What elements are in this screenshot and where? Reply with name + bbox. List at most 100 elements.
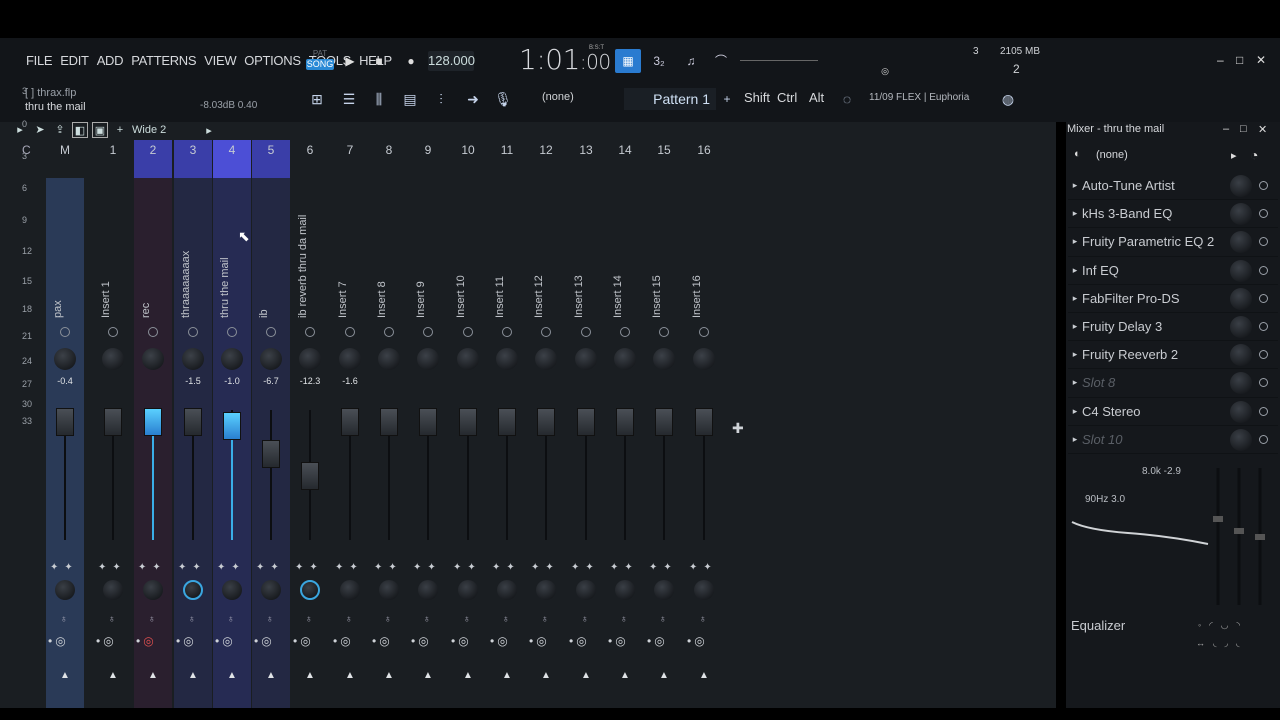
stereo-swap-icon[interactable]: ✦✦ <box>50 562 79 573</box>
slot-enable-icon[interactable] <box>1259 209 1268 219</box>
eq-low-fader[interactable] <box>1213 516 1223 522</box>
route-icons[interactable]: •◎ <box>96 634 117 648</box>
strip-number[interactable]: 8 <box>370 140 408 178</box>
route-icons[interactable]: •◎ <box>215 634 236 648</box>
stereo-swap-icon[interactable]: ✦✦ <box>453 562 482 573</box>
route-icons[interactable]: •◎ <box>608 634 629 648</box>
mixer-strip-7[interactable]: 7 Insert 7 -1.6 ✦✦ ♁ •◎ ▲ <box>331 140 369 708</box>
route-target-icon[interactable]: ◎ <box>55 634 68 648</box>
send-arrow-icon[interactable]: ▲ <box>345 670 355 681</box>
stereo-knob[interactable] <box>55 580 75 600</box>
route-icons[interactable]: •◎ <box>176 634 197 648</box>
mixer-strip-8[interactable]: 8 Insert 8 ✦✦ ♁ •◎ ▲ <box>370 140 408 708</box>
maximize-icon[interactable]: □ <box>1236 53 1243 67</box>
pan-knob[interactable] <box>378 348 400 370</box>
mixer-strip-10[interactable]: 10 Insert 10 ✦✦ ♁ •◎ ▲ <box>449 140 487 708</box>
route-target-icon[interactable]: ◎ <box>576 634 589 648</box>
stereo-swap-icon[interactable]: ✦✦ <box>98 562 127 573</box>
volume-fader[interactable] <box>301 462 319 490</box>
effect-slot[interactable]: ▸ Fruity Parametric EQ 2 <box>1068 228 1278 257</box>
stereo-knob[interactable] <box>261 580 281 600</box>
pat-song-toggle[interactable]: PAT SONG <box>306 48 334 74</box>
pan-knob[interactable] <box>299 348 321 370</box>
slot-mix-knob[interactable] <box>1230 344 1252 367</box>
stereo-knob[interactable] <box>497 580 517 600</box>
strip-number[interactable]: 4 <box>213 140 251 178</box>
strip-number[interactable]: 11 <box>488 140 526 178</box>
arrow-right-icon[interactable]: ➜ <box>462 88 484 110</box>
slot-enable-icon[interactable] <box>1259 350 1268 360</box>
channel-rack-icon[interactable]: ☰ <box>338 88 360 110</box>
slot-mix-knob[interactable] <box>1230 175 1252 197</box>
eq-curve-graph[interactable] <box>1068 460 1278 610</box>
slot-mix-knob[interactable] <box>1230 372 1252 395</box>
jack-icon[interactable]: ♁ <box>108 614 116 625</box>
effect-slot[interactable]: ▸ Fruity Reeverb 2 <box>1068 341 1278 370</box>
stereo-knob[interactable] <box>418 580 438 600</box>
route-icons[interactable]: •◎ <box>529 634 550 648</box>
slot-arrow-icon[interactable]: ▸ <box>1068 208 1082 219</box>
enable-led-icon[interactable] <box>188 327 198 337</box>
jack-icon[interactable]: ♁ <box>227 614 235 625</box>
stereo-swap-icon[interactable]: ✦✦ <box>689 562 718 573</box>
volume-fader[interactable] <box>577 408 595 436</box>
mixer-strip-3[interactable]: 3 thraaaaaaaax -1.5 ✦✦ ♁ •◎ ▲ <box>174 140 212 708</box>
typing-keyboard-icon[interactable]: ▦ <box>615 49 641 73</box>
slot-enable-icon[interactable] <box>1259 181 1268 190</box>
volume-fader[interactable] <box>655 408 673 436</box>
hint-icon[interactable]: ◌ <box>836 88 858 110</box>
send-arrow-icon[interactable]: ▲ <box>227 670 237 681</box>
strip-number[interactable]: 16 <box>685 140 723 178</box>
enable-led-icon[interactable] <box>620 327 630 337</box>
menu-patterns[interactable]: PATTERNS <box>131 53 196 68</box>
strip-number[interactable]: 14 <box>606 140 644 178</box>
stereo-knob[interactable] <box>143 580 163 600</box>
mixer-view-icon[interactable]: ◧ <box>72 122 88 138</box>
stereo-swap-icon[interactable]: ✦✦ <box>413 562 442 573</box>
record-icon[interactable]: ● <box>402 52 420 70</box>
main-volume-slider[interactable] <box>740 60 818 61</box>
volume-fader[interactable] <box>341 408 359 436</box>
slot-arrow-icon[interactable]: ▸ <box>1068 377 1082 388</box>
volume-fader[interactable] <box>184 408 202 436</box>
enable-led-icon[interactable] <box>699 327 709 337</box>
send-arrow-icon[interactable]: ▲ <box>620 670 630 681</box>
slot-mix-knob[interactable] <box>1230 315 1252 338</box>
pitch-icon[interactable]: ◎ <box>876 62 894 80</box>
add-pattern-icon[interactable]: + <box>716 88 738 110</box>
volume-fader[interactable] <box>419 408 437 436</box>
pan-knob[interactable] <box>614 348 636 370</box>
stereo-knob[interactable] <box>576 580 596 600</box>
mixer-strip-5[interactable]: 5 ib -6.7 ✦✦ ♁ •◎ ▲ <box>252 140 290 708</box>
preset-arrow-icon[interactable]: ▸ <box>206 124 212 137</box>
enable-led-icon[interactable] <box>502 327 512 337</box>
mixer-strip-15[interactable]: 15 Insert 15 ✦✦ ♁ •◎ ▲ <box>645 140 683 708</box>
strip-number[interactable]: M <box>46 140 84 178</box>
pan-knob[interactable] <box>339 348 361 370</box>
route-target-icon[interactable]: ◎ <box>300 634 313 648</box>
jack-icon[interactable]: ♁ <box>305 614 313 625</box>
piano-roll-icon[interactable]: ▤ <box>399 88 421 110</box>
input-arrow-icon[interactable]: ▸ <box>1231 149 1237 162</box>
pan-knob[interactable] <box>535 348 557 370</box>
strip-number[interactable]: 9 <box>409 140 447 178</box>
jack-icon[interactable]: ♁ <box>188 614 196 625</box>
step-edit-icon[interactable]: 3₂ <box>646 49 672 73</box>
jack-icon[interactable]: ♁ <box>345 614 353 625</box>
stereo-swap-icon[interactable]: ✦✦ <box>295 562 324 573</box>
stereo-swap-icon[interactable]: ✦✦ <box>649 562 678 573</box>
news-bar[interactable]: 11/09 FLEX | Euphoria <box>869 92 969 103</box>
strip-number[interactable]: 12 <box>527 140 565 178</box>
stop-icon[interactable]: ■ <box>370 52 388 70</box>
alt-key[interactable]: Alt <box>809 90 824 105</box>
jack-icon[interactable]: ♁ <box>620 614 628 625</box>
mixer-strip-14[interactable]: 14 Insert 14 ✦✦ ♁ •◎ ▲ <box>606 140 644 708</box>
jack-icon[interactable]: ♁ <box>423 614 431 625</box>
route-target-icon[interactable]: ◎ <box>615 634 628 648</box>
mixer-strip-1[interactable]: 1 Insert 1 ✦✦ ♁ •◎ ▲ <box>94 140 132 708</box>
jack-icon[interactable]: ♁ <box>148 614 156 625</box>
stereo-swap-icon[interactable]: ✦✦ <box>335 562 364 573</box>
eq-knobs2-icon[interactable]: ↔◟◞◟ <box>1196 638 1247 649</box>
strip-number[interactable]: 15 <box>645 140 683 178</box>
pattern-selector[interactable]: Pattern 1 <box>624 88 716 110</box>
